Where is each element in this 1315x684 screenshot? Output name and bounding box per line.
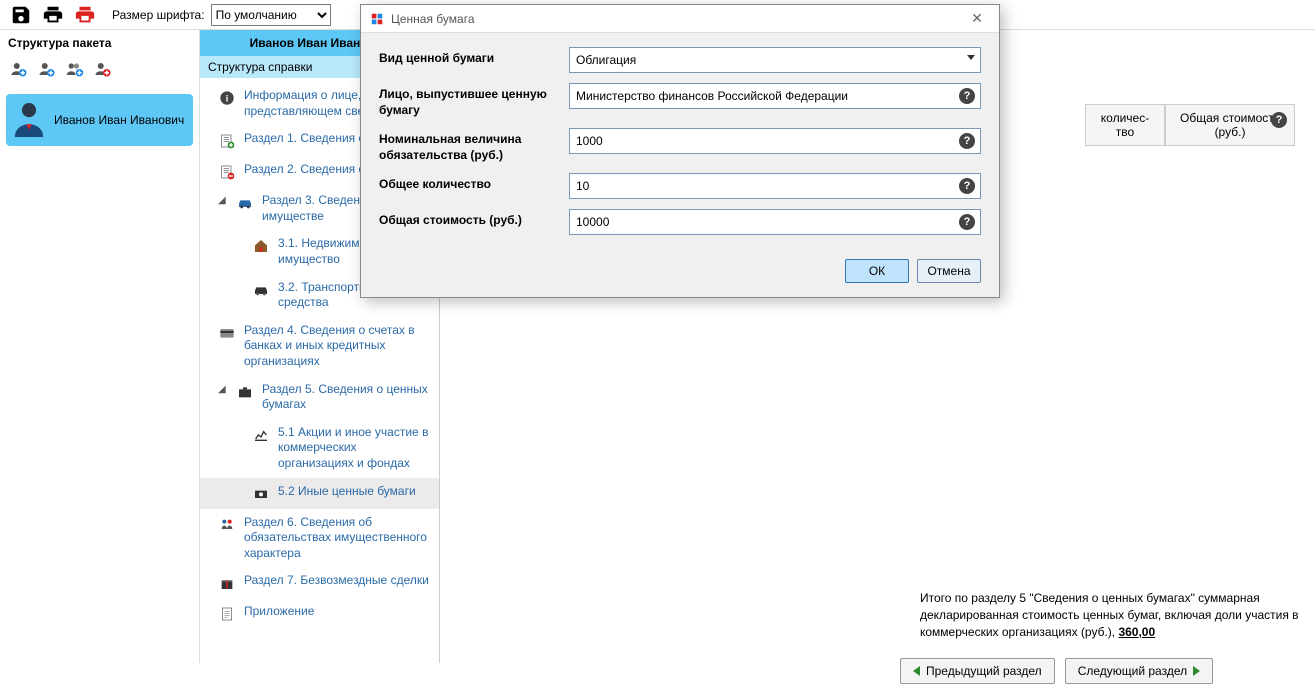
doc-minus-icon bbox=[218, 163, 236, 181]
add-person1-icon[interactable] bbox=[10, 60, 28, 78]
save-icon[interactable] bbox=[8, 2, 34, 28]
package-structure-header: Структура пакета bbox=[0, 30, 199, 56]
card-icon bbox=[218, 324, 236, 342]
tree-s51[interactable]: 5.1 Акции и иное участие в коммерческих … bbox=[200, 419, 439, 478]
person-name: Иванов Иван Иванович bbox=[54, 113, 184, 127]
info-icon: i bbox=[218, 89, 236, 107]
issuer-input[interactable] bbox=[569, 83, 981, 109]
help-icon[interactable]: ? bbox=[1271, 112, 1287, 128]
car2-icon bbox=[252, 281, 270, 299]
modal-footer: ОК Отмена bbox=[361, 253, 999, 297]
doc-icon bbox=[218, 605, 236, 623]
label-type: Вид ценной бумаги bbox=[379, 47, 559, 67]
summary-amount: 360,00 bbox=[1118, 625, 1155, 639]
tree-s4[interactable]: Раздел 4. Сведения о счетах в банках и и… bbox=[200, 317, 439, 376]
print-icon[interactable] bbox=[40, 2, 66, 28]
arrow-left-icon bbox=[913, 666, 920, 676]
tree-s52[interactable]: 5.2 Иные ценные бумаги bbox=[200, 478, 439, 509]
briefcase-icon bbox=[236, 383, 254, 401]
help-icon[interactable]: ? bbox=[959, 88, 975, 104]
security-modal: Ценная бумага ✕ Вид ценной бумаги Облига… bbox=[360, 4, 1000, 298]
security-type-select[interactable]: Облигация bbox=[569, 47, 981, 73]
qty-input[interactable] bbox=[569, 173, 981, 199]
money-icon bbox=[252, 485, 270, 503]
print-color-icon[interactable] bbox=[72, 2, 98, 28]
house-icon bbox=[252, 237, 270, 255]
label-nominal: Номинальная величина обязательства (руб.… bbox=[379, 128, 559, 163]
modal-app-icon bbox=[369, 11, 385, 27]
add-person3-icon[interactable] bbox=[66, 60, 84, 78]
tree-app[interactable]: Приложение bbox=[200, 598, 439, 629]
ok-button[interactable]: ОК bbox=[845, 259, 909, 283]
modal-titlebar: Ценная бумага ✕ bbox=[361, 5, 999, 33]
tree-s5[interactable]: ◢ Раздел 5. Сведения о ценных бумагах bbox=[200, 376, 439, 419]
summary-text: Итого по разделу 5 "Сведения о ценных бу… bbox=[920, 590, 1315, 640]
person-icons-row bbox=[0, 56, 199, 88]
modal-title-text: Ценная бумага bbox=[391, 12, 475, 26]
font-size-label: Размер шрифта: bbox=[112, 8, 205, 22]
gift-icon bbox=[218, 574, 236, 592]
tree-s7[interactable]: Раздел 7. Безвозмездные сделки bbox=[200, 567, 439, 598]
doc-plus-icon bbox=[218, 132, 236, 150]
caret-icon: ◢ bbox=[218, 195, 228, 206]
add-person2-icon[interactable] bbox=[38, 60, 56, 78]
add-person4-icon[interactable] bbox=[94, 60, 112, 78]
label-issuer: Лицо, выпустившее ценную бумагу bbox=[379, 83, 559, 118]
caret-icon: ◢ bbox=[218, 384, 228, 395]
label-qty: Общее количество bbox=[379, 173, 559, 193]
package-structure-pane: Структура пакета Иванов Иван Иванович bbox=[0, 30, 200, 663]
avatar-icon bbox=[12, 100, 46, 140]
arrow-right-icon bbox=[1193, 666, 1200, 676]
svg-text:i: i bbox=[226, 93, 229, 103]
cancel-button[interactable]: Отмена bbox=[917, 259, 981, 283]
th-qty: количес-тво bbox=[1085, 104, 1165, 146]
table-header: количес-тво Общая стоимость (руб.) bbox=[1085, 104, 1295, 146]
font-size-select[interactable]: По умолчанию bbox=[211, 4, 331, 26]
car-icon bbox=[236, 194, 254, 212]
person-card[interactable]: Иванов Иван Иванович bbox=[6, 94, 193, 146]
chart-icon bbox=[252, 426, 270, 444]
tree-s6[interactable]: Раздел 6. Сведения об обязательствах иму… bbox=[200, 509, 439, 568]
label-cost: Общая стоимость (руб.) bbox=[379, 209, 559, 229]
nav-buttons: Предыдущий раздел Следующий раздел bbox=[900, 658, 1213, 684]
modal-body: Вид ценной бумаги Облигация Лицо, выпуст… bbox=[361, 33, 999, 253]
nominal-input[interactable] bbox=[569, 128, 981, 154]
handshake-icon bbox=[218, 516, 236, 534]
next-section-button[interactable]: Следующий раздел bbox=[1065, 658, 1213, 684]
prev-section-button[interactable]: Предыдущий раздел bbox=[900, 658, 1055, 684]
close-icon[interactable]: ✕ bbox=[963, 10, 991, 27]
cost-input[interactable] bbox=[569, 209, 981, 235]
